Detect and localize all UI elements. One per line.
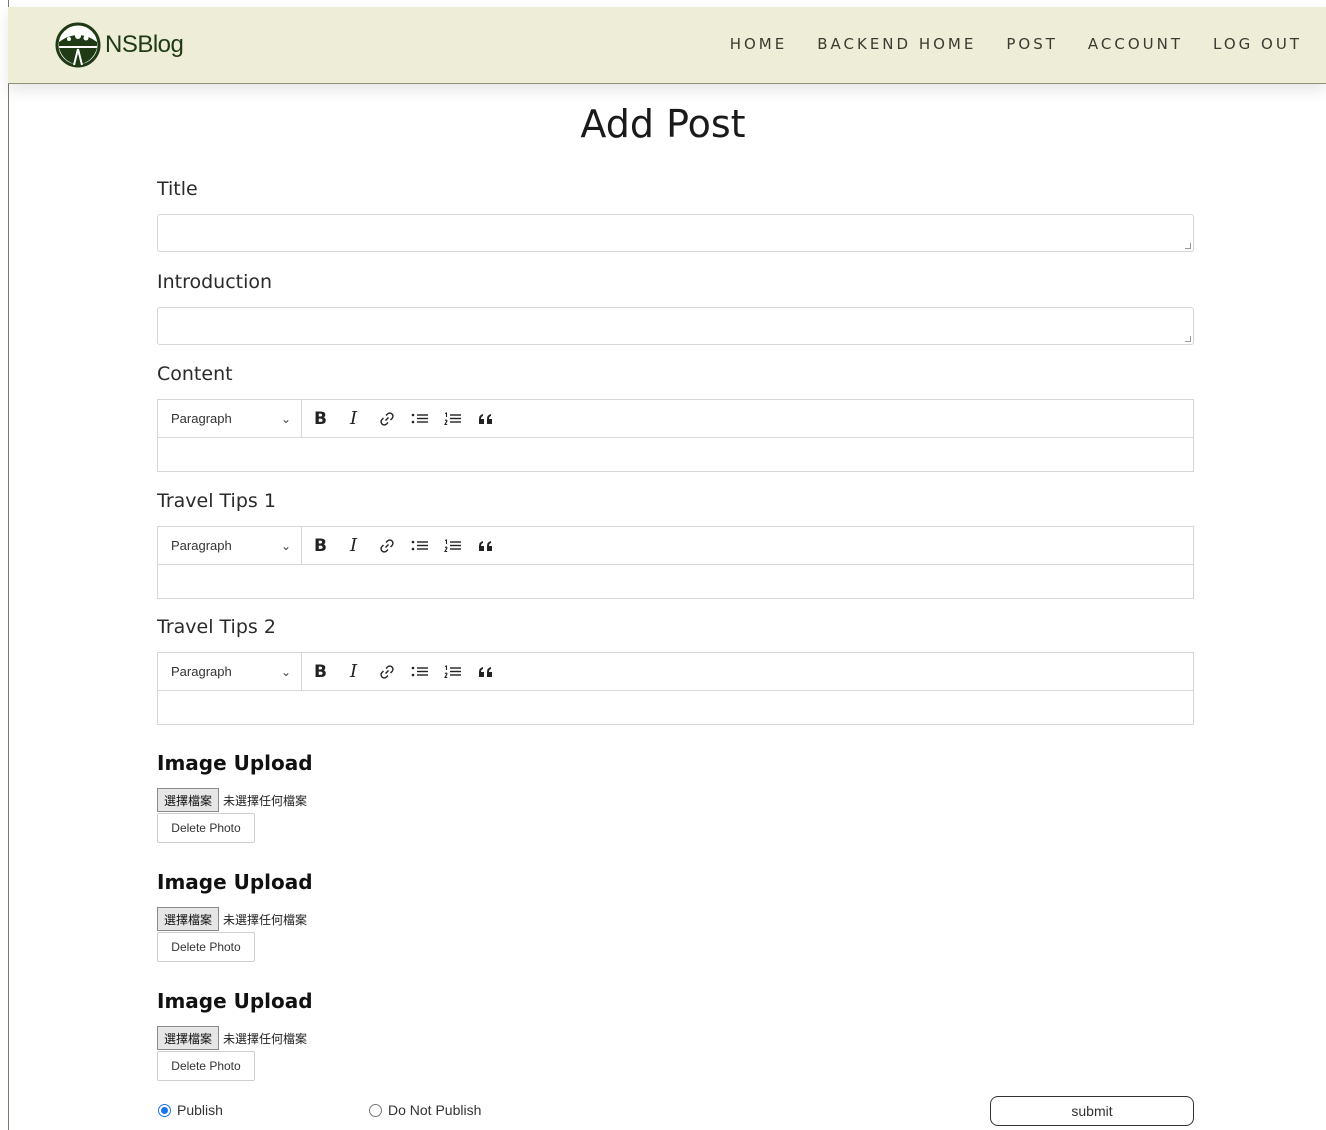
title-input[interactable] bbox=[157, 214, 1194, 252]
travel-tips-1-editor-body[interactable] bbox=[158, 565, 1193, 598]
link-icon bbox=[379, 411, 394, 426]
choose-file-button[interactable]: 選擇檔案 bbox=[157, 907, 220, 931]
file-status-text: 未選擇任何檔案 bbox=[223, 793, 308, 808]
blockquote-button[interactable] bbox=[469, 531, 502, 561]
travel-tips-2-editor: Paragraph ⌄ B I bbox=[157, 652, 1194, 725]
introduction-label: Introduction bbox=[157, 271, 273, 293]
delete-photo-button[interactable]: Delete Photo bbox=[157, 932, 255, 962]
chevron-down-icon: ⌄ bbox=[280, 538, 291, 553]
introduction-input[interactable] bbox=[157, 307, 1194, 345]
title-label: Title bbox=[157, 178, 198, 200]
travel-tips-1-label: Travel Tips 1 bbox=[157, 490, 276, 512]
nav-home[interactable]: HOME bbox=[730, 35, 788, 53]
page-left-border bbox=[8, 0, 9, 1130]
file-input-row: 選擇檔案 未選擇任何檔案 bbox=[157, 907, 307, 931]
navbar: NSBlog HOME BACKEND HOME POST ACCOUNT LO… bbox=[8, 7, 1326, 84]
blockquote-button[interactable] bbox=[469, 404, 502, 434]
image-upload-heading: Image Upload bbox=[157, 870, 313, 894]
heading-dropdown-value: Paragraph bbox=[171, 411, 232, 426]
link-button[interactable] bbox=[370, 404, 403, 434]
sun-field-logo-icon bbox=[55, 22, 101, 68]
bold-button[interactable]: B bbox=[304, 657, 337, 687]
bulleted-list-icon bbox=[411, 540, 428, 550]
quote-icon bbox=[478, 413, 492, 424]
do-not-publish-radio-label: Do Not Publish bbox=[388, 1102, 482, 1118]
do-not-publish-option[interactable]: Do Not Publish bbox=[369, 1102, 481, 1118]
quote-icon bbox=[478, 666, 492, 677]
delete-photo-button[interactable]: Delete Photo bbox=[157, 1051, 255, 1081]
bulleted-list-button[interactable] bbox=[403, 657, 436, 687]
content-editor: Paragraph ⌄ B I bbox=[157, 399, 1194, 472]
page-title: Add Post bbox=[580, 102, 746, 146]
do-not-publish-radio[interactable] bbox=[369, 1103, 382, 1117]
file-status-text: 未選擇任何檔案 bbox=[223, 1031, 308, 1046]
link-icon bbox=[379, 538, 394, 553]
chevron-down-icon: ⌄ bbox=[280, 664, 291, 679]
heading-dropdown-value: Paragraph bbox=[171, 538, 232, 553]
travel-tips-1-editor: Paragraph ⌄ B I bbox=[157, 526, 1194, 599]
numbered-list-button[interactable] bbox=[436, 657, 469, 687]
nav-backend-home[interactable]: BACKEND HOME bbox=[817, 35, 976, 53]
delete-photo-button[interactable]: Delete Photo bbox=[157, 813, 255, 843]
blockquote-button[interactable] bbox=[469, 657, 502, 687]
numbered-list-button[interactable] bbox=[436, 404, 469, 434]
italic-button[interactable]: I bbox=[337, 657, 370, 687]
bulleted-list-icon bbox=[411, 413, 428, 423]
link-icon bbox=[379, 664, 394, 679]
bulleted-list-button[interactable] bbox=[403, 404, 436, 434]
bold-button[interactable]: B bbox=[304, 404, 337, 434]
bulleted-list-button[interactable] bbox=[403, 531, 436, 561]
choose-file-button[interactable]: 選擇檔案 bbox=[157, 788, 220, 812]
link-button[interactable] bbox=[370, 531, 403, 561]
numbered-list-icon bbox=[443, 411, 461, 425]
numbered-list-icon bbox=[443, 538, 461, 552]
choose-file-button[interactable]: 選擇檔案 bbox=[157, 1026, 220, 1050]
heading-dropdown[interactable]: Paragraph ⌄ bbox=[158, 652, 302, 691]
heading-dropdown[interactable]: Paragraph ⌄ bbox=[158, 399, 302, 438]
content-label: Content bbox=[157, 363, 233, 385]
main-nav: HOME BACKEND HOME POST ACCOUNT LOG OUT bbox=[700, 35, 1302, 53]
submit-button[interactable]: submit bbox=[990, 1096, 1194, 1126]
file-input-row: 選擇檔案 未選擇任何檔案 bbox=[157, 1026, 307, 1050]
travel-tips-2-editor-body[interactable] bbox=[158, 691, 1193, 724]
heading-dropdown[interactable]: Paragraph ⌄ bbox=[158, 526, 302, 565]
nav-account[interactable]: ACCOUNT bbox=[1088, 35, 1183, 53]
chevron-down-icon: ⌄ bbox=[280, 411, 291, 426]
link-button[interactable] bbox=[370, 657, 403, 687]
publish-option[interactable]: Publish bbox=[158, 1102, 223, 1118]
numbered-list-button[interactable] bbox=[436, 531, 469, 561]
publish-radio[interactable] bbox=[158, 1103, 171, 1117]
top-strip bbox=[0, 0, 1326, 7]
resize-grip-icon[interactable] bbox=[1185, 336, 1191, 342]
nav-log-out[interactable]: LOG OUT bbox=[1213, 35, 1302, 53]
editor-toolbar: Paragraph ⌄ B I bbox=[158, 652, 1193, 691]
heading-dropdown-value: Paragraph bbox=[171, 664, 232, 679]
travel-tips-2-label: Travel Tips 2 bbox=[157, 616, 276, 638]
italic-button[interactable]: I bbox=[337, 404, 370, 434]
resize-grip-icon[interactable] bbox=[1185, 243, 1191, 249]
publish-radio-label: Publish bbox=[177, 1102, 223, 1118]
image-upload-heading: Image Upload bbox=[157, 989, 313, 1013]
editor-toolbar: Paragraph ⌄ B I bbox=[158, 399, 1193, 438]
quote-icon bbox=[478, 540, 492, 551]
file-input-row: 選擇檔案 未選擇任何檔案 bbox=[157, 788, 307, 812]
brand[interactable]: NSBlog bbox=[55, 22, 184, 68]
bold-button[interactable]: B bbox=[304, 531, 337, 561]
nav-post[interactable]: POST bbox=[1006, 35, 1058, 53]
numbered-list-icon bbox=[443, 664, 461, 678]
italic-button[interactable]: I bbox=[337, 531, 370, 561]
brand-name: NSBlog bbox=[105, 31, 184, 58]
image-upload-heading: Image Upload bbox=[157, 751, 313, 775]
file-status-text: 未選擇任何檔案 bbox=[223, 912, 308, 927]
content-editor-body[interactable] bbox=[158, 438, 1193, 471]
editor-toolbar: Paragraph ⌄ B I bbox=[158, 526, 1193, 565]
bulleted-list-icon bbox=[411, 666, 428, 676]
